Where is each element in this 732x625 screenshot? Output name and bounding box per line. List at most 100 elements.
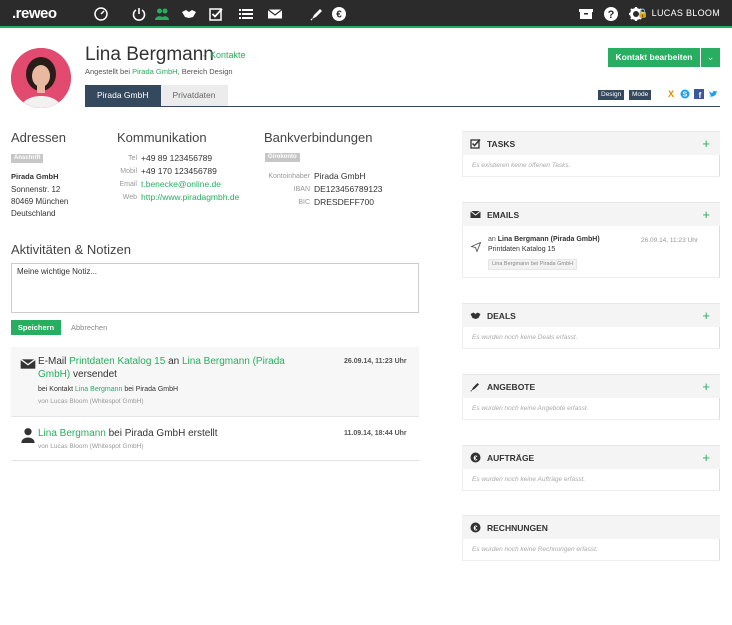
checkbox-icon bbox=[470, 138, 481, 149]
header-divider bbox=[85, 106, 720, 107]
orders-panel-header: € AUFTRÄGE + bbox=[462, 445, 720, 469]
save-button[interactable]: Speichern bbox=[11, 320, 61, 335]
person-icon bbox=[20, 427, 35, 443]
phone-value: +49 89 123456789 bbox=[141, 153, 213, 163]
edit-contact-button[interactable]: Kontakt bearbeiten bbox=[608, 48, 700, 67]
offers-empty-text: Es wurden noch keine Angebote erfasst. bbox=[472, 405, 589, 412]
xing-icon[interactable]: X bbox=[666, 89, 676, 100]
contact-link[interactable]: Lina Bergmann bbox=[38, 428, 106, 439]
offers-panel-body: Es wurden noch keine Angebote erfasst. bbox=[462, 398, 720, 420]
tasks-title: TASKS bbox=[487, 139, 516, 149]
mobile-value: +49 170 123456789 bbox=[141, 166, 217, 176]
tasks-checkbox-icon[interactable] bbox=[208, 6, 224, 22]
address-company: Pirada GmbH bbox=[11, 172, 59, 181]
tasks-panel-header: TASKS + bbox=[462, 131, 720, 155]
archive-box-icon[interactable] bbox=[578, 6, 594, 22]
help-icon[interactable]: ? bbox=[603, 6, 619, 22]
deals-empty-text: Es wurden noch keine Deals erfasst. bbox=[472, 334, 578, 341]
email-contact-tag: Lina Bergmann bei Pirada GmbH bbox=[488, 259, 578, 270]
offers-title: ANGEBOTE bbox=[487, 382, 536, 392]
add-order-button[interactable]: + bbox=[702, 450, 710, 465]
contact-tabs: Pirada GmbH Privatdaten bbox=[85, 85, 228, 106]
cancel-button[interactable]: Abbrechen bbox=[71, 323, 107, 332]
mail-icon[interactable] bbox=[267, 6, 283, 22]
tag-design[interactable]: Design bbox=[598, 90, 625, 100]
breadcrumb-link[interactable]: Kontakte bbox=[210, 50, 246, 60]
chevron-down-icon: ⌄ bbox=[706, 52, 715, 62]
contacts-icon[interactable] bbox=[154, 6, 170, 22]
skype-icon[interactable]: S bbox=[680, 89, 690, 100]
iban-value: DE123456789123 bbox=[314, 184, 383, 194]
invoices-title: RECHNUNGEN bbox=[487, 523, 548, 533]
svg-text:€: € bbox=[336, 10, 342, 21]
account-type-badge: Girokonto bbox=[265, 153, 300, 162]
svg-text:€: € bbox=[474, 525, 478, 532]
edit-dropdown-button[interactable]: ⌄ bbox=[701, 48, 720, 67]
twitter-icon[interactable] bbox=[708, 89, 718, 100]
activity-title: Lina Bergmann bei Pirada GmbH erstellt bbox=[38, 428, 218, 439]
add-email-button[interactable]: + bbox=[702, 207, 710, 222]
avatar bbox=[11, 48, 71, 108]
euro-icon[interactable]: € bbox=[331, 6, 347, 22]
invoices-panel-header: € RECHNUNGEN bbox=[462, 515, 720, 539]
address-city: 80469 München bbox=[11, 197, 69, 206]
address-type-badge: Anschrift bbox=[11, 154, 44, 163]
account-holder-label: Kontoinhaber bbox=[268, 173, 310, 180]
contact-subtitle: Angestellt bei Pirada GmbH, Bereich Desi… bbox=[85, 67, 233, 76]
email-link[interactable]: t.benecke@online.de bbox=[141, 179, 221, 189]
dashboard-icon[interactable] bbox=[93, 6, 109, 22]
orders-empty-text: Es wurden noch keine Aufträge erfasst. bbox=[472, 476, 586, 483]
email-subject-link[interactable]: Printdaten Katalog 15 bbox=[69, 356, 165, 367]
activity-author: von Lucas Bloom (Whitespot GmbH) bbox=[38, 443, 144, 450]
chevron-left-icon: ‹ bbox=[203, 50, 206, 60]
account-holder-value: Pirada GmbH bbox=[314, 171, 366, 181]
tab-company[interactable]: Pirada GmbH bbox=[85, 85, 161, 106]
add-offer-button[interactable]: + bbox=[702, 379, 710, 394]
iban-label: IBAN bbox=[293, 186, 310, 193]
address-street: Sonnenstr. 12 bbox=[11, 185, 61, 194]
orders-title: AUFTRÄGE bbox=[487, 453, 535, 463]
offers-panel-header: ANGEBOTE + bbox=[462, 374, 720, 398]
euro-icon: € bbox=[470, 522, 481, 533]
svg-text:€: € bbox=[474, 455, 478, 462]
add-deal-button[interactable]: + bbox=[702, 308, 710, 323]
activity-context: bei Kontakt Lina Bergmann bei Pirada Gmb… bbox=[38, 386, 179, 393]
bic-value: DRESDEFF700 bbox=[314, 197, 374, 207]
company-link[interactable]: Pirada GmbH bbox=[132, 67, 177, 76]
email-recipient[interactable]: an Lina Bergmann (Pirada GmbH) bbox=[488, 236, 600, 243]
app-logo[interactable]: .reweo bbox=[12, 5, 57, 22]
tab-private-data[interactable]: Privatdaten bbox=[160, 85, 228, 106]
emails-title: EMAILS bbox=[487, 210, 520, 220]
facebook-icon[interactable]: f bbox=[694, 89, 704, 100]
divider bbox=[11, 460, 419, 461]
activity-date: 26.09.14, 11:23 Uhr bbox=[344, 358, 407, 365]
deals-title: DEALS bbox=[487, 311, 516, 321]
divider bbox=[11, 416, 419, 417]
tag-mode[interactable]: Mode bbox=[629, 90, 652, 100]
contact-link[interactable]: Lina Bergmann bbox=[75, 386, 122, 393]
deals-handshake-icon[interactable] bbox=[181, 6, 197, 22]
activity-title: E-Mail Printdaten Katalog 15 an Lina Ber… bbox=[38, 356, 285, 380]
email-label: Email bbox=[119, 181, 137, 188]
power-icon[interactable] bbox=[131, 6, 147, 22]
addresses-heading: Adressen bbox=[11, 130, 66, 145]
svg-text:S: S bbox=[683, 92, 688, 99]
list-icon[interactable] bbox=[238, 6, 254, 22]
lock-icon: 🔒 bbox=[637, 8, 649, 18]
communication-heading: Kommunikation bbox=[117, 130, 207, 145]
invoices-empty-text: Es wurden noch keine Rechnungen erfasst. bbox=[472, 546, 598, 553]
address-country: Deutschland bbox=[11, 209, 56, 218]
breadcrumb[interactable]: ‹ Kontakte bbox=[203, 50, 246, 60]
email-subject[interactable]: Printdaten Katalog 15 bbox=[488, 246, 555, 253]
website-link[interactable]: http://www.piradagmbh.de bbox=[141, 192, 239, 202]
email-date: 26.09.14, 11:23 Uhr bbox=[641, 237, 698, 244]
handshake-icon bbox=[470, 310, 481, 321]
tasks-empty-text: Es existieren keine offenen Tasks. bbox=[472, 162, 571, 169]
note-textarea[interactable]: Meine wichtige Notiz... bbox=[11, 263, 419, 313]
pen-icon[interactable] bbox=[309, 6, 325, 22]
activity-date: 11.09.14, 18:44 Uhr bbox=[344, 430, 407, 437]
add-task-button[interactable]: + bbox=[702, 136, 710, 151]
invoices-panel-body: Es wurden noch keine Rechnungen erfasst. bbox=[462, 539, 720, 561]
user-menu[interactable]: 🔒 LUCAS BLOOM bbox=[637, 8, 720, 19]
top-navigation-bar: .reweo € ? 🔒 LUCAS BLOOM bbox=[0, 0, 732, 28]
